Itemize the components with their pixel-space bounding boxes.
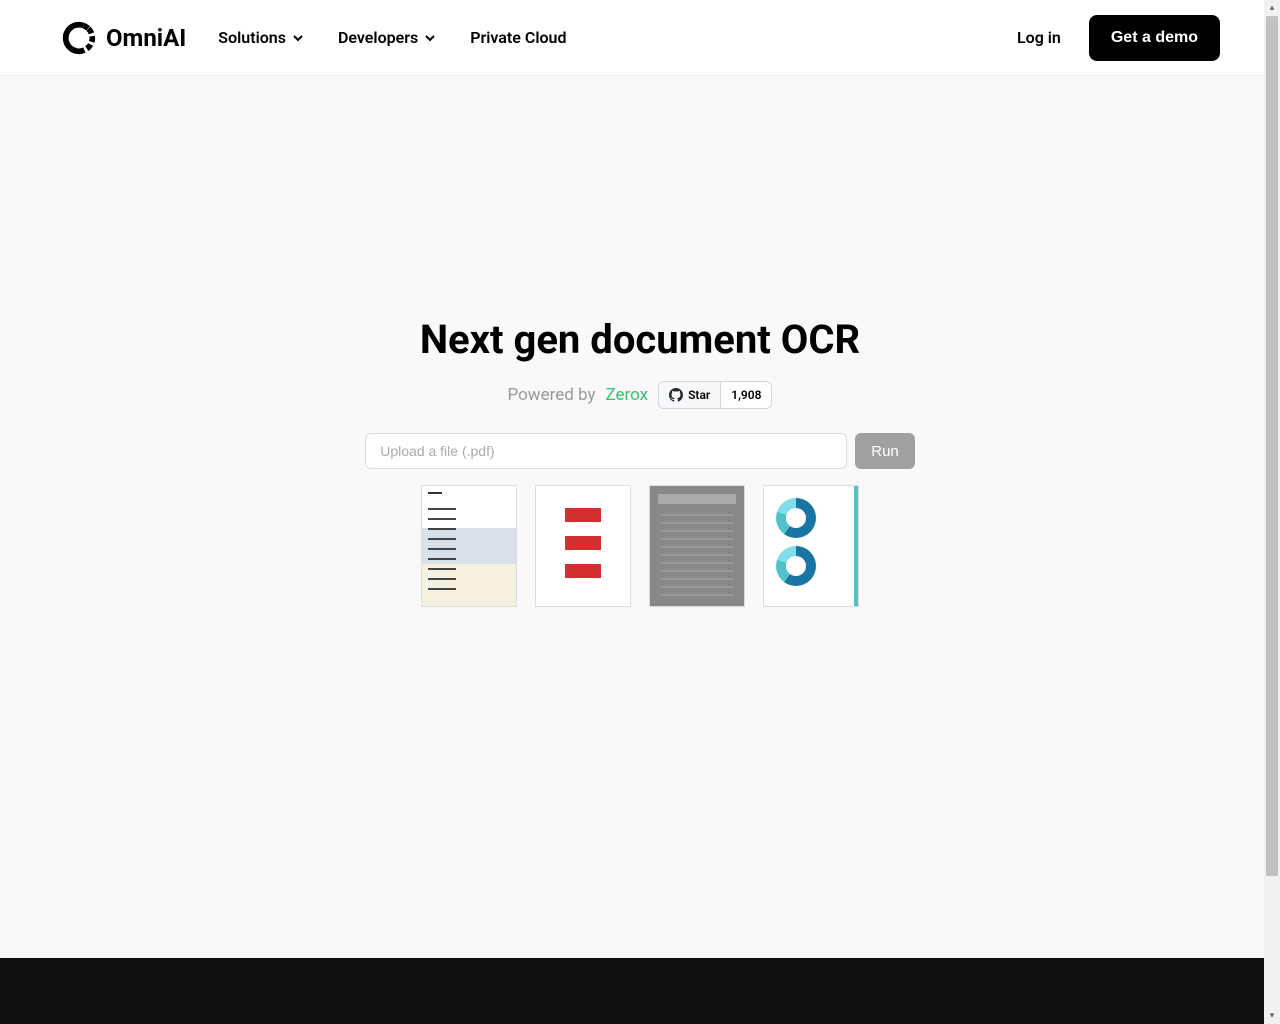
brand-name: OmniAI (106, 24, 186, 52)
top-nav: OmniAI Solutions Developers Private Clou… (0, 0, 1280, 76)
login-link[interactable]: Log in (1017, 28, 1061, 47)
zerox-link[interactable]: Zerox (606, 385, 649, 405)
nav-private-cloud-label: Private Cloud (470, 28, 566, 47)
scrollbar-thumb[interactable] (1266, 16, 1278, 876)
hero-section: Next gen document OCR Powered by Zerox S… (0, 76, 1280, 607)
nav-solutions-label: Solutions (218, 28, 286, 47)
nav-developers[interactable]: Developers (338, 28, 436, 47)
nav-solutions[interactable]: Solutions (218, 28, 304, 47)
github-star-count[interactable]: 1,908 (721, 388, 771, 402)
powered-by-text: Powered by (508, 385, 596, 405)
github-badge: Star 1,908 (658, 381, 772, 409)
scroll-up-icon[interactable]: ▴ (1264, 0, 1280, 16)
chevron-down-icon (424, 32, 436, 44)
brand-logo[interactable]: OmniAI (60, 19, 186, 57)
get-demo-button[interactable]: Get a demo (1089, 15, 1220, 61)
upload-row: Run (365, 433, 915, 469)
scroll-down-icon[interactable]: ▾ (1264, 1008, 1280, 1024)
github-icon (669, 388, 683, 402)
nav-right: Log in Get a demo (1017, 15, 1220, 61)
omni-logo-icon (60, 19, 98, 57)
page-title: Next gen document OCR (420, 316, 860, 363)
run-button[interactable]: Run (855, 433, 915, 469)
sample-doc-1[interactable] (421, 485, 517, 607)
sample-doc-3[interactable] (649, 485, 745, 607)
nav-left: OmniAI Solutions Developers Private Clou… (60, 19, 566, 57)
nav-private-cloud[interactable]: Private Cloud (470, 28, 566, 47)
github-star-label: Star (688, 388, 710, 402)
chevron-down-icon (292, 32, 304, 44)
sample-doc-2[interactable] (535, 485, 631, 607)
main-nav: Solutions Developers Private Cloud (218, 28, 566, 47)
footer-edge (0, 958, 1280, 1024)
sample-thumbnails (421, 485, 859, 607)
sample-doc-4[interactable] (763, 485, 859, 607)
scrollbar[interactable]: ▴ ▾ (1264, 0, 1280, 1024)
nav-developers-label: Developers (338, 28, 418, 47)
subtitle-row: Powered by Zerox Star 1,908 (508, 381, 773, 409)
github-star-button[interactable]: Star (659, 382, 721, 408)
upload-input[interactable] (365, 433, 847, 469)
